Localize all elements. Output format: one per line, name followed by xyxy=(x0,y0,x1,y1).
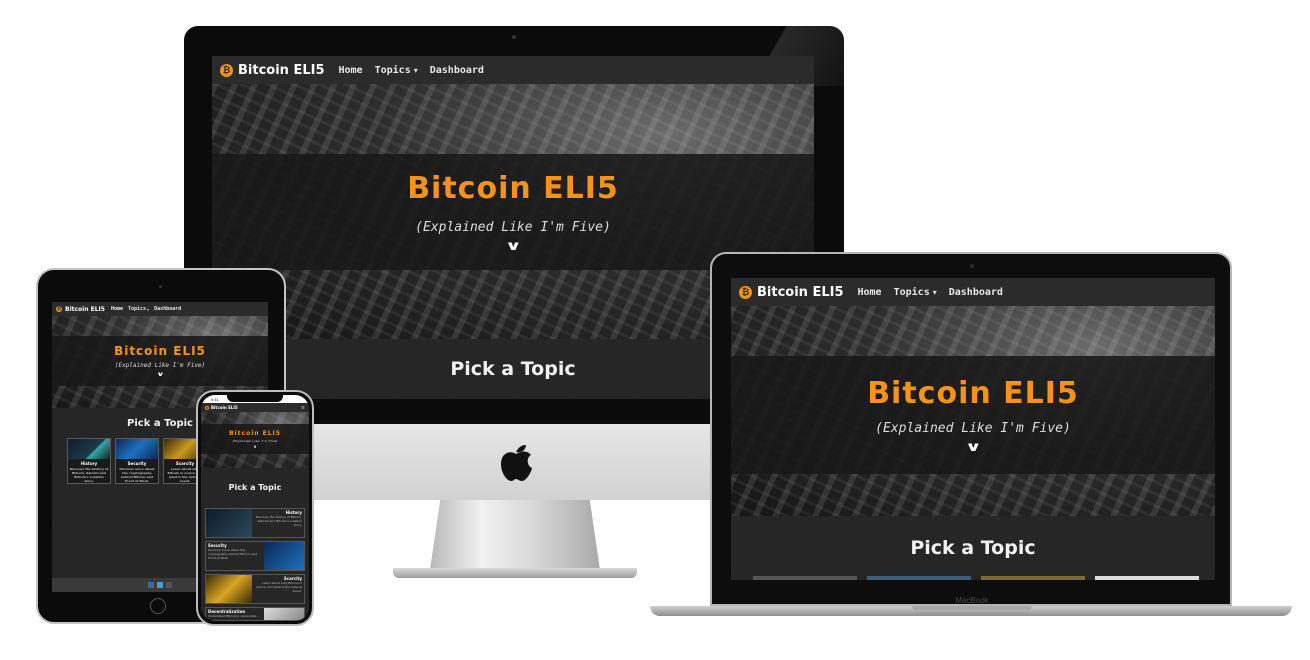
nav-dashboard[interactable]: Dashboard xyxy=(154,306,181,312)
topic-card-image xyxy=(206,509,252,537)
camera-icon xyxy=(512,35,516,39)
status-time: 9:41 xyxy=(211,396,219,402)
caret-down-icon: ▾ xyxy=(413,65,418,75)
nav-topics-dropdown[interactable]: Topics ▾ xyxy=(128,306,149,312)
topic-card-security[interactable]: Security Discover more about the cryptog… xyxy=(205,541,305,571)
navbar: ₿ Bitcoin ELI5 Home Topics ▾ Dashboard xyxy=(52,302,268,316)
section-heading: Pick a Topic xyxy=(228,482,282,492)
navbar: ₿ Bitcoin ELI5 Home Topics ▾ Dashboard xyxy=(731,278,1215,306)
hero-subtitle: (Explained Like I'm Five) xyxy=(232,438,278,443)
navbar: ₿ Bitcoin ELI5 ≡ xyxy=(201,403,309,412)
chevron-down-icon[interactable]: ∨ xyxy=(253,444,256,449)
hamburger-icon[interactable]: ≡ xyxy=(301,405,305,411)
chevron-down-icon[interactable]: ∨ xyxy=(505,239,522,254)
topic-card-scarcity[interactable]: Scarcity Learn about why Bitcoin is scar… xyxy=(205,574,305,604)
bitcoin-logo-icon: ₿ xyxy=(56,306,62,312)
brand-link[interactable]: Bitcoin ELI5 xyxy=(65,306,105,313)
topic-card-text: Discover the history of Bitcoin, Satoshi… xyxy=(255,515,302,527)
iphone-notch xyxy=(227,395,283,402)
brand-link[interactable]: Bitcoin ELI5 xyxy=(238,63,325,78)
camera-icon xyxy=(970,264,974,268)
nav-topics-dropdown[interactable]: Topics ▾ xyxy=(894,287,937,298)
topic-card-image xyxy=(264,608,304,620)
macbook-notch xyxy=(912,606,1032,610)
hero-subtitle: (Explained Like I'm Five) xyxy=(114,362,206,369)
macbook-label: MacBook xyxy=(955,596,989,605)
section-heading: Pick a Topic xyxy=(450,358,576,380)
caret-down-icon: ▾ xyxy=(932,287,937,297)
pick-topic-section: Pick a Topic xyxy=(731,516,1215,580)
macbook-screen: ₿ Bitcoin ELI5 Home Topics ▾ Dashboard B… xyxy=(731,278,1215,580)
topic-card-security[interactable]: Security Discover more about the cryptog… xyxy=(115,438,159,484)
section-heading: Pick a Topic xyxy=(910,537,1036,559)
bitcoin-logo-icon: ₿ xyxy=(220,63,233,77)
imac-stand-base xyxy=(393,568,637,578)
bitcoin-logo-icon: ₿ xyxy=(739,285,752,299)
topic-card-history[interactable]: History Discover the history of Bitcoin,… xyxy=(205,508,305,538)
topic-card-image xyxy=(116,439,158,460)
nav-topics-label: Topics xyxy=(374,64,411,76)
home-button[interactable] xyxy=(150,598,166,614)
topic-card-image xyxy=(206,575,252,603)
topic-card-peek xyxy=(753,576,857,580)
topic-card-peek xyxy=(981,576,1085,580)
nav-topics-dropdown[interactable]: Topics ▾ xyxy=(375,65,418,76)
topic-list: History Discover the history of Bitcoin,… xyxy=(201,506,309,621)
hero-section: Bitcoin ELI5 (Explained Like I'm Five) ∨ xyxy=(201,412,309,468)
nav-home[interactable]: Home xyxy=(858,287,882,298)
nav-topics-label: Topics xyxy=(893,286,930,298)
topic-card-image xyxy=(68,439,110,460)
hero-section: Bitcoin ELI5 (Explained Like I'm Five) ∨ xyxy=(731,306,1215,516)
hero-band: Bitcoin ELI5 (Explained Like I'm Five) ∨ xyxy=(201,424,309,454)
topic-card-peek xyxy=(1095,576,1199,580)
topic-card-text: Understand Bitcoin's censorship... xyxy=(208,614,260,618)
topic-card-decentralization[interactable]: Decentralization Understand Bitcoin's ce… xyxy=(205,607,305,621)
apple-logo-icon xyxy=(501,444,532,481)
navbar: ₿ Bitcoin ELI5 Home Topics ▾ Dashboard xyxy=(212,56,814,84)
hero-title: Bitcoin ELI5 xyxy=(867,375,1079,411)
hero-subtitle: (Explained Like I'm Five) xyxy=(415,219,611,235)
hero-band: Bitcoin ELI5 (Explained Like I'm Five) ∨ xyxy=(731,356,1215,474)
brand-link[interactable]: Bitcoin ELI5 xyxy=(211,405,238,410)
twitter-icon[interactable] xyxy=(157,582,163,588)
topic-card-text: Learn about why Bitcoin is scarce and wh… xyxy=(256,581,302,593)
camera-icon xyxy=(159,285,162,288)
bitcoin-logo-icon: ₿ xyxy=(205,405,209,410)
chevron-down-icon[interactable]: ∨ xyxy=(156,371,164,378)
chevron-down-icon[interactable]: ∨ xyxy=(965,440,982,455)
hero-subtitle: (Explained Like I'm Five) xyxy=(875,420,1071,436)
topic-card-image xyxy=(264,542,304,570)
topic-card-text: Discover the history of Bitcoin, Satoshi… xyxy=(69,467,109,484)
nav-dashboard[interactable]: Dashboard xyxy=(430,65,484,76)
imac-stand xyxy=(430,500,600,570)
hero-title: Bitcoin ELI5 xyxy=(407,170,619,206)
hero-title: Bitcoin ELI5 xyxy=(114,344,206,358)
topic-card-text: Discover more about the cryptography beh… xyxy=(208,548,258,560)
nav-topics-label: Topics xyxy=(127,306,147,312)
topic-card-peek xyxy=(867,576,971,580)
facebook-icon[interactable] xyxy=(148,582,154,588)
iphone-screen: 9:41 ₿ Bitcoin ELI5 ≡ Bitcoin ELI5 (Expl… xyxy=(201,395,309,621)
hero-band: Bitcoin ELI5 (Explained Like I'm Five) ∨ xyxy=(52,336,268,386)
topic-card-history[interactable]: History Discover the history of Bitcoin,… xyxy=(67,438,111,484)
nav-dashboard[interactable]: Dashboard xyxy=(949,287,1003,298)
hero-title: Bitcoin ELI5 xyxy=(229,429,281,437)
pick-topic-section: Pick a Topic xyxy=(201,468,309,506)
brand-link[interactable]: Bitcoin ELI5 xyxy=(757,285,844,300)
topic-card-text: Discover more about the cryptography beh… xyxy=(119,467,155,484)
caret-down-icon: ▾ xyxy=(147,306,150,312)
nav-home[interactable]: Home xyxy=(111,306,123,312)
github-icon[interactable] xyxy=(166,582,172,588)
nav-home[interactable]: Home xyxy=(339,65,363,76)
